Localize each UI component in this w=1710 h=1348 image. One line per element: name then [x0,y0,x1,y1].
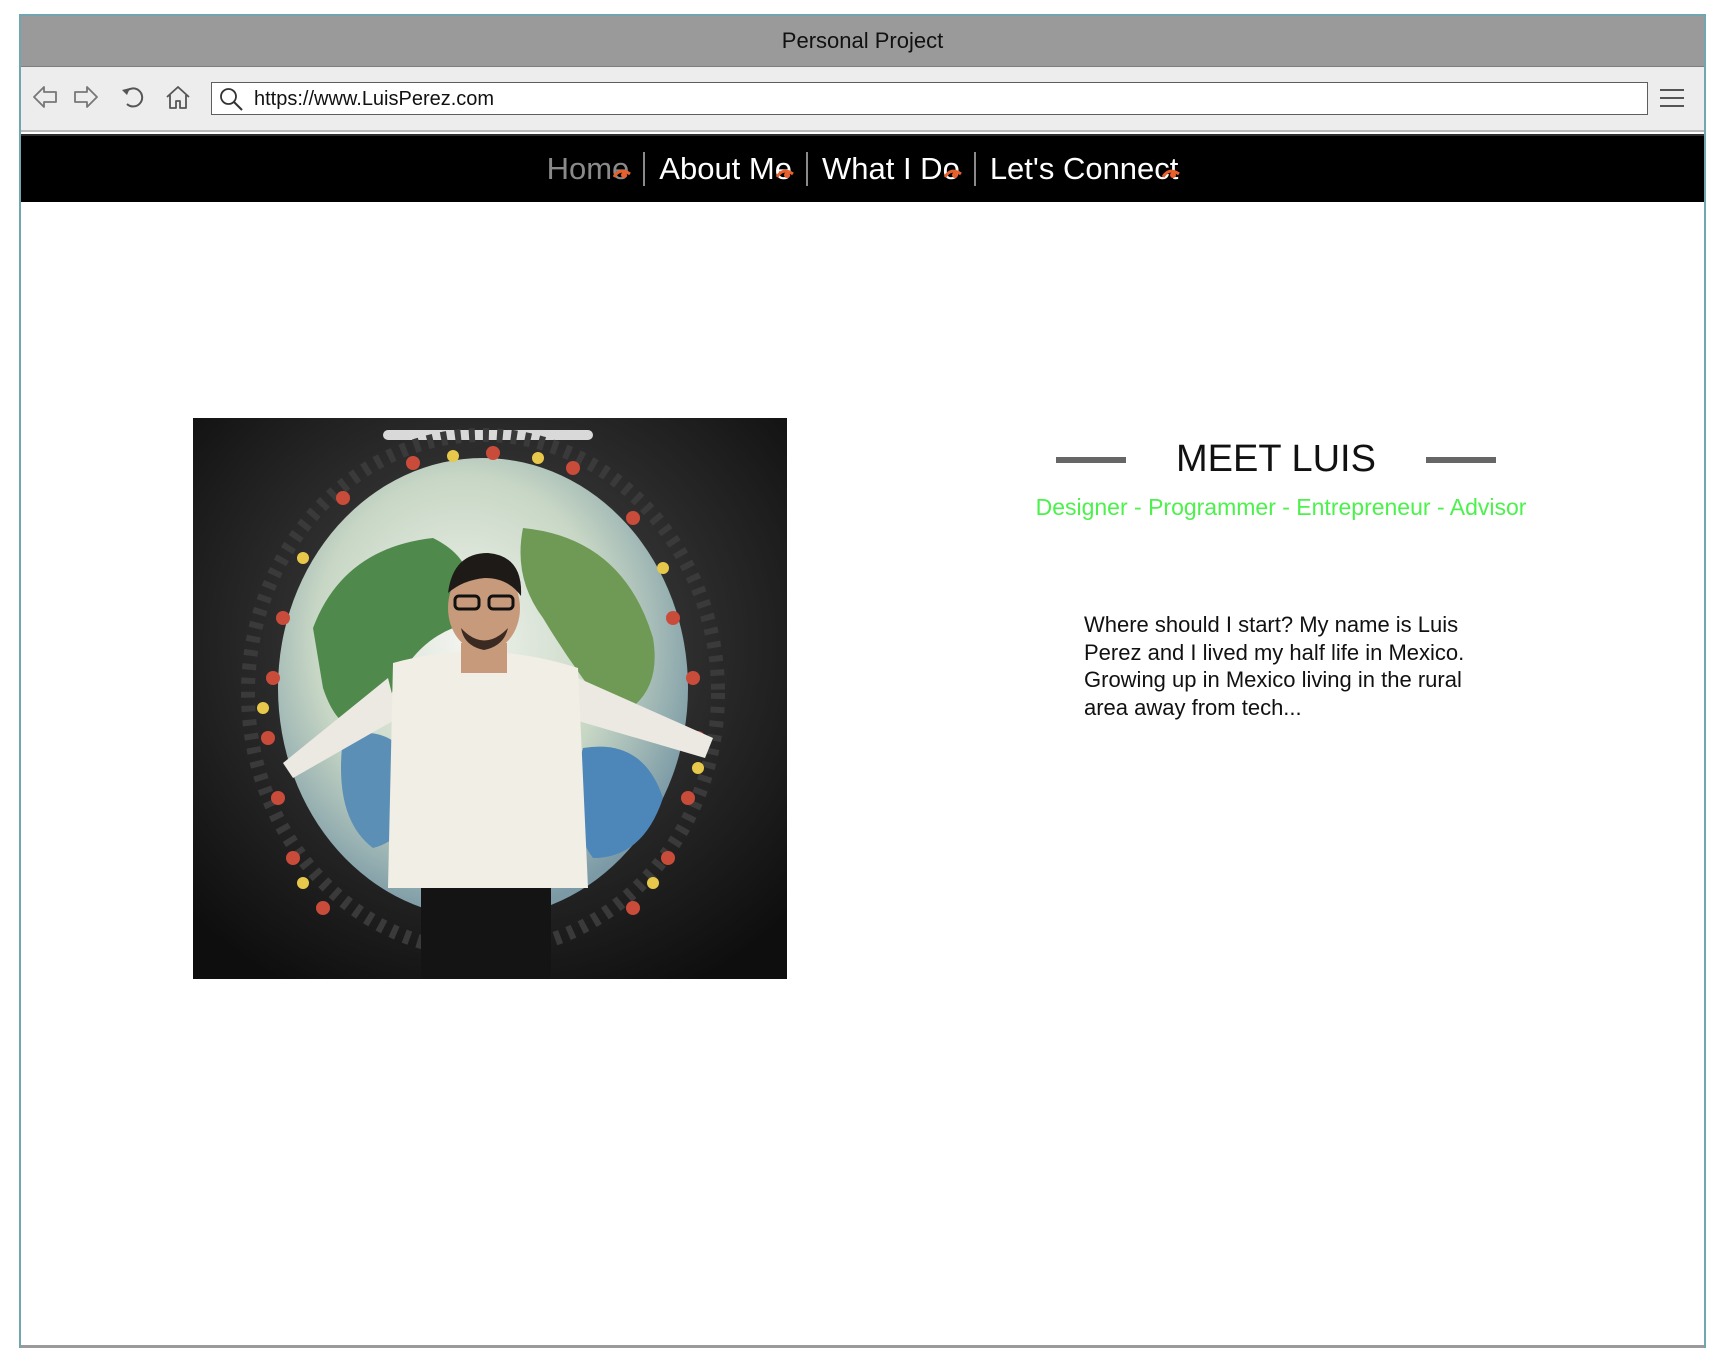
window-titlebar: Personal Project [21,16,1704,67]
nav-separator [805,152,808,186]
address-bar[interactable]: https://www.LuisPerez.com [211,82,1648,115]
nav-separator [643,152,646,186]
roles-tagline: Designer - Programmer - Entrepreneur - A… [1035,494,1527,520]
browser-toolbar: https://www.LuisPerez.com [21,67,1704,132]
url-text: https://www.LuisPerez.com [254,88,495,110]
nav-item-label: About Me [659,151,792,186]
search-icon [218,86,244,112]
accent-swoosh-icon [613,169,632,178]
nav-separator [973,152,976,186]
heading-rule-right [1426,457,1496,463]
browser-window: Personal Project https://www.LuisPerez.c… [19,14,1706,1348]
accent-swoosh-icon [1162,169,1181,178]
nav-item-home[interactable]: Home [537,149,640,189]
home-icon[interactable] [160,79,196,115]
window-title: Personal Project [781,28,944,53]
nav-item-label: What I Do [821,151,960,186]
back-icon[interactable] [27,79,63,115]
intro-text: Where should I start? My name is Luis Pe… [1084,612,1465,720]
menu-icon[interactable] [1658,85,1686,111]
nav-item-label: Let's Connect [989,151,1179,186]
reload-icon[interactable] [115,79,151,115]
forward-icon[interactable] [68,79,104,115]
profile-photo [193,418,787,979]
nav-item-about-me[interactable]: About Me [649,149,802,189]
nav-item-what-i-do[interactable]: What I Do [812,149,970,189]
nav-item-lets-connect[interactable]: Let's Connect [980,149,1189,189]
accent-swoosh-icon [943,169,962,178]
site-navigation: Home About Me What I Do Let's Connect [21,134,1704,202]
accent-swoosh-icon [775,169,794,178]
meet-heading: MEET LUIS [1056,431,1496,487]
